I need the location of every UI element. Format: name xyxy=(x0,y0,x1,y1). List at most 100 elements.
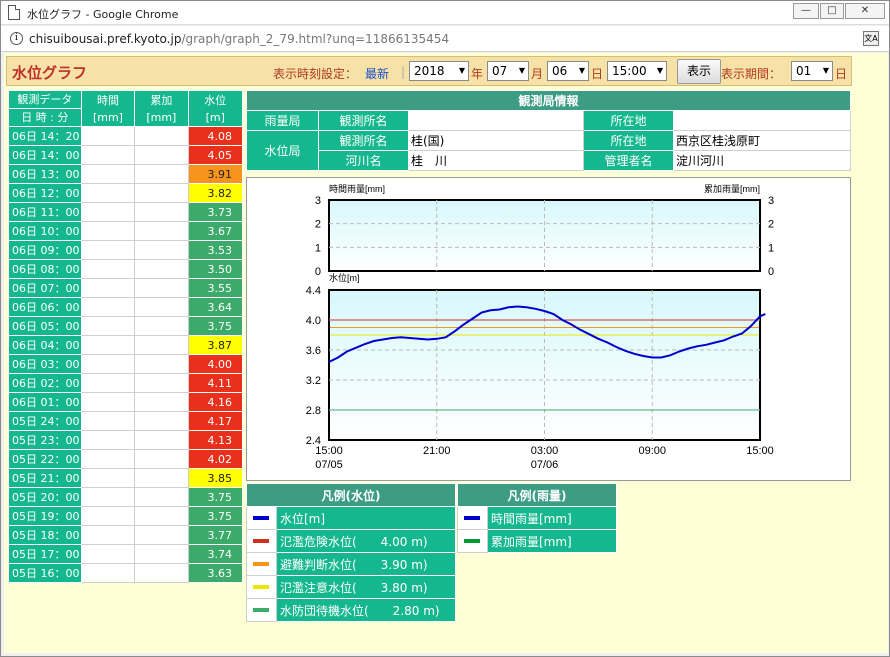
row-level: 3.77 xyxy=(187,525,244,545)
cumulative-header-label: 累加 xyxy=(150,93,173,107)
url-host: chisuibousai.pref.kyoto.jp xyxy=(29,32,182,46)
rain-legend-item: 時間雨量[mm] xyxy=(457,506,617,530)
rain-station-label: 雨量局 xyxy=(246,110,319,131)
row-cumulative xyxy=(134,373,189,393)
table-row: 06日 08：00 3.50 xyxy=(8,259,244,279)
show-button[interactable]: 表示 xyxy=(677,59,721,84)
row-level: 3.75 xyxy=(187,316,244,336)
legend-label: 時間雨量[mm] xyxy=(487,506,617,530)
level-legend: 凡例(水位) 水位[m] 氾濫危険水位( 4.00 m) 避難判断水位( 3.90 … xyxy=(246,483,456,622)
row-level: 3.64 xyxy=(187,297,244,317)
cumulative-header-unit: [mm] xyxy=(146,110,177,124)
page-content: 水位グラフ 表示時刻設定： 最新 | 2018 年 07 月 06 日 15:0… xyxy=(4,53,888,653)
row-time: 05日 18：00 xyxy=(8,525,82,545)
row-level: 3.85 xyxy=(187,468,244,488)
row-level: 3.91 xyxy=(187,164,244,184)
rain-right-tick-label: 0 xyxy=(768,266,774,278)
obs-data-header: 観測データ xyxy=(8,90,82,109)
row-level: 4.16 xyxy=(187,392,244,412)
row-hourly xyxy=(80,392,136,412)
level-location-label: 所在地 xyxy=(583,130,674,151)
legend-label: 水位[m] xyxy=(276,506,456,530)
maximize-button[interactable]: □ xyxy=(820,3,844,19)
cumulative-header: 累加 [mm] xyxy=(134,90,189,127)
x-tick-label: 15:00 xyxy=(746,445,774,457)
water-level-chart: 時間雨量[mm] 累加雨量[mm] 0 0 1 1 2 2 3 3 水位[m] 2.4 2.8 3.2 3… xyxy=(246,177,851,481)
table-row: 06日 14：20 4.08 xyxy=(8,126,244,146)
row-cumulative xyxy=(134,183,189,203)
table-row: 06日 03：00 4.00 xyxy=(8,354,244,374)
row-cumulative xyxy=(134,392,189,412)
table-row: 06日 09：00 3.53 xyxy=(8,240,244,260)
row-hourly xyxy=(80,411,136,431)
level-tick-label: 3.6 xyxy=(306,345,321,357)
row-time: 05日 23：00 xyxy=(8,430,82,450)
level-header-label: 水位 xyxy=(204,93,227,107)
row-time: 06日 04：00 xyxy=(8,335,82,355)
level-tick-label: 2.8 xyxy=(306,405,321,417)
row-cumulative xyxy=(134,563,189,583)
row-time: 06日 09：00 xyxy=(8,240,82,260)
latest-link[interactable]: 最新 xyxy=(365,65,389,82)
row-cumulative xyxy=(134,411,189,431)
browser-window: 水位グラフ - Google Chrome — □ ✕ i chisuibous… xyxy=(0,0,890,657)
year-select[interactable]: 2018 xyxy=(409,61,469,81)
day-select[interactable]: 06 xyxy=(547,61,589,81)
level-legend-title: 凡例(水位) xyxy=(246,483,456,507)
level-legend-item: 水位[m] xyxy=(246,506,456,530)
table-row: 06日 13：00 3.91 xyxy=(8,164,244,184)
rain-location xyxy=(673,110,851,131)
info-icon[interactable]: i xyxy=(10,32,23,45)
rain-obs-name-label: 観測所名 xyxy=(318,110,409,131)
row-cumulative xyxy=(134,126,189,146)
address-bar[interactable]: i chisuibousai.pref.kyoto.jp/graph/graph… xyxy=(1,26,889,52)
table-row: 06日 14：00 4.05 xyxy=(8,145,244,165)
rain-left-tick-label: 3 xyxy=(315,195,321,207)
legend-label: 氾濫危険水位( 4.00 m) xyxy=(276,529,456,553)
time-select[interactable]: 15:00 xyxy=(607,61,667,81)
hourly-header: 時間 [mm] xyxy=(80,90,136,127)
legend-label: 避難判断水位( 3.90 m) xyxy=(276,552,456,576)
row-cumulative xyxy=(134,354,189,374)
row-time: 06日 10：00 xyxy=(8,221,82,241)
period-select[interactable]: 01 xyxy=(791,61,833,81)
table-row: 05日 20：00 3.75 xyxy=(8,487,244,507)
date-header: 日 時 : 分 xyxy=(8,108,82,127)
month-select[interactable]: 07 xyxy=(487,61,529,81)
close-button[interactable]: ✕ xyxy=(845,3,885,19)
row-time: 06日 13：00 xyxy=(8,164,82,184)
table-row: 06日 06：00 3.64 xyxy=(8,297,244,317)
row-time: 06日 05：00 xyxy=(8,316,82,336)
row-time: 05日 20：00 xyxy=(8,487,82,507)
level-legend-item: 避難判断水位( 3.90 m) xyxy=(246,552,456,576)
level-station-label: 水位局 xyxy=(246,130,319,171)
row-cumulative xyxy=(134,278,189,298)
row-level: 4.13 xyxy=(187,430,244,450)
legend-swatch xyxy=(246,506,277,530)
translate-icon[interactable]: 文A xyxy=(863,31,879,46)
table-row: 05日 22：00 4.02 xyxy=(8,449,244,469)
url-text[interactable]: chisuibousai.pref.kyoto.jp/graph/graph_2… xyxy=(29,32,449,46)
legend-swatch xyxy=(246,575,277,599)
row-hourly xyxy=(80,449,136,469)
row-cumulative xyxy=(134,297,189,317)
row-time: 05日 24：00 xyxy=(8,411,82,431)
table-row: 05日 19：00 3.75 xyxy=(8,506,244,526)
row-time: 06日 01：00 xyxy=(8,392,82,412)
period-label: 表示期間： xyxy=(721,67,782,81)
row-level: 4.11 xyxy=(187,373,244,393)
level-location: 西京区桂浅原町 xyxy=(673,130,851,151)
row-level: 3.82 xyxy=(187,183,244,203)
level-tick-label: 4.0 xyxy=(306,315,321,327)
row-cumulative xyxy=(134,487,189,507)
row-hourly xyxy=(80,202,136,222)
row-cumulative xyxy=(134,164,189,184)
minimize-button[interactable]: — xyxy=(793,3,819,19)
rain-legend-title: 凡例(雨量) xyxy=(457,483,617,507)
legend-swatch xyxy=(246,529,277,553)
table-row: 06日 11：00 3.73 xyxy=(8,202,244,222)
row-time: 06日 14：00 xyxy=(8,145,82,165)
row-cumulative xyxy=(134,335,189,355)
table-row: 05日 18：00 3.77 xyxy=(8,525,244,545)
legend-label: 氾濫注意水位( 3.80 m) xyxy=(276,575,456,599)
